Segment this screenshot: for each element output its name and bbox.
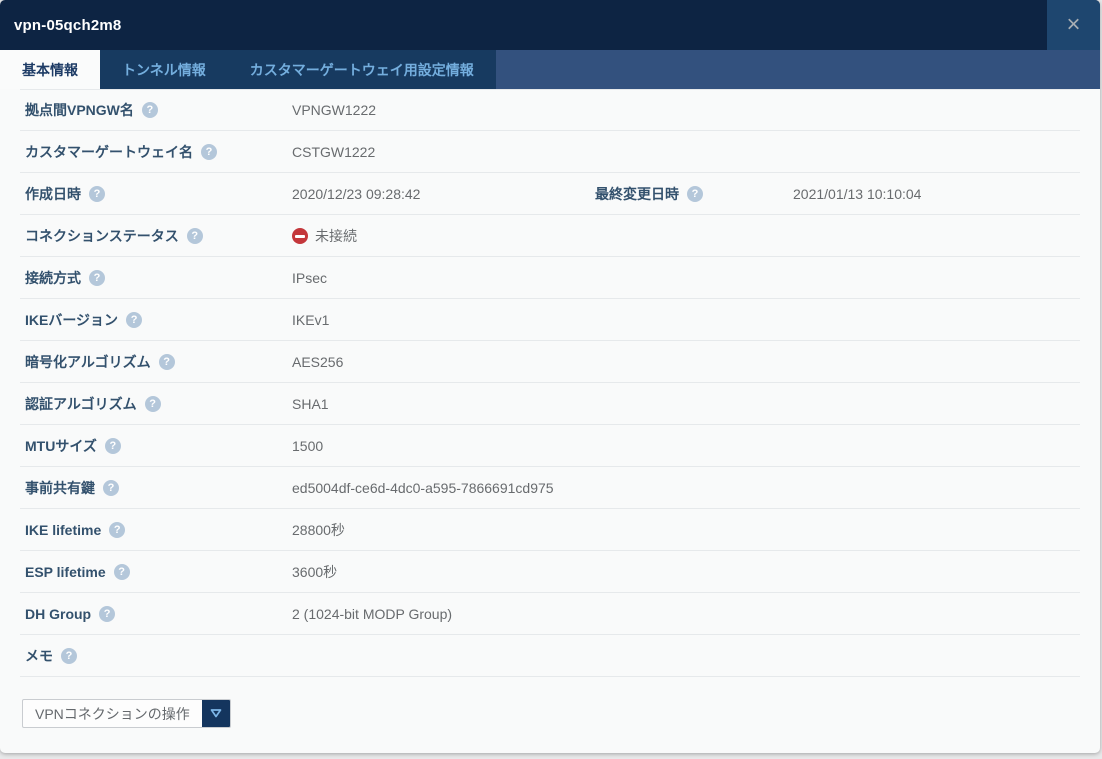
tab-bar: 基本情報 トンネル情報 カスタマーゲートウェイ用設定情報 xyxy=(0,50,1100,89)
label-text: 事前共有鍵 xyxy=(25,478,95,498)
table-row-mtu-size: MTUサイズ ? 1500 xyxy=(20,425,1080,467)
label-text: IKE lifetime xyxy=(25,522,101,538)
help-icon[interactable]: ? xyxy=(187,228,203,244)
field-label-last-modified: 最終変更日時 ? xyxy=(595,184,703,204)
label-text: MTUサイズ xyxy=(25,436,97,456)
label-text: 認証アルゴリズム xyxy=(25,394,137,414)
field-value: CSTGW1222 xyxy=(292,144,375,160)
field-value: ed5004df-ce6d-4dc0-a595-7866691cd975 xyxy=(292,480,554,496)
label-text: IKEバージョン xyxy=(25,310,118,330)
help-icon[interactable]: ? xyxy=(109,522,125,538)
help-icon[interactable]: ? xyxy=(89,270,105,286)
field-label: 認証アルゴリズム ? xyxy=(20,394,161,414)
label-text: メモ xyxy=(25,646,53,666)
field-label: メモ ? xyxy=(20,646,77,666)
status-text: 未接続 xyxy=(315,226,357,246)
label-text: 最終変更日時 xyxy=(595,184,679,204)
field-label: 拠点間VPNGW名 ? xyxy=(20,100,158,120)
table-row-vpngw-name: 拠点間VPNGW名 ? VPNGW1222 xyxy=(20,89,1080,131)
field-value: 2020/12/23 09:28:42 xyxy=(292,186,420,202)
tab-customer-gateway-config[interactable]: カスタマーゲートウェイ用設定情報 xyxy=(228,50,496,89)
label-text: 接続方式 xyxy=(25,268,81,288)
table-row-esp-lifetime: ESP lifetime ? 3600秒 xyxy=(20,551,1080,593)
table-row-connection-method: 接続方式 ? IPsec xyxy=(20,257,1080,299)
field-label: 事前共有鍵 ? xyxy=(20,478,119,498)
label-text: カスタマーゲートウェイ名 xyxy=(25,142,193,162)
help-icon[interactable]: ? xyxy=(114,564,130,580)
label-text: DH Group xyxy=(25,606,91,622)
field-value: 28800秒 xyxy=(292,520,345,540)
label-text: 拠点間VPNGW名 xyxy=(25,100,134,120)
status-badge: 未接続 xyxy=(292,226,357,246)
field-label: IKEバージョン ? xyxy=(20,310,142,330)
close-button[interactable]: × xyxy=(1047,0,1100,50)
dialog-title: vpn-05qch2m8 xyxy=(0,17,121,34)
field-value: SHA1 xyxy=(292,396,329,412)
field-label: MTUサイズ ? xyxy=(20,436,121,456)
inactive-tab-group: トンネル情報 カスタマーゲートウェイ用設定情報 xyxy=(100,50,496,89)
vpn-connection-actions-button[interactable]: VPNコネクションの操作 xyxy=(22,699,231,728)
help-icon[interactable]: ? xyxy=(99,606,115,622)
vpn-connection-actions-label[interactable]: VPNコネクションの操作 xyxy=(23,700,202,727)
label-text: ESP lifetime xyxy=(25,564,106,580)
field-value-last-modified: 2021/01/13 10:10:04 xyxy=(793,186,921,202)
dialog-header: vpn-05qch2m8 × xyxy=(0,0,1100,50)
field-value: AES256 xyxy=(292,354,343,370)
field-value: VPNGW1222 xyxy=(292,102,376,118)
vpn-detail-dialog: vpn-05qch2m8 × 基本情報 トンネル情報 カスタマーゲートウェイ用設… xyxy=(0,0,1100,753)
label-text: 作成日時 xyxy=(25,184,81,204)
field-value: 3600秒 xyxy=(292,562,337,582)
field-label: IKE lifetime ? xyxy=(20,522,125,538)
table-row-auth-algorithm: 認証アルゴリズム ? SHA1 xyxy=(20,383,1080,425)
table-row-memo: メモ ? xyxy=(20,635,1080,677)
help-icon[interactable]: ? xyxy=(201,144,217,160)
table-row-ike-lifetime: IKE lifetime ? 28800秒 xyxy=(20,509,1080,551)
detail-table: 拠点間VPNGW名 ? VPNGW1222 カスタマーゲートウェイ名 ? CST… xyxy=(20,89,1080,677)
help-icon[interactable]: ? xyxy=(61,648,77,664)
field-label: 作成日時 ? xyxy=(20,184,105,204)
table-row-connection-status: コネクションステータス ? 未接続 xyxy=(20,215,1080,257)
field-label: DH Group ? xyxy=(20,606,115,622)
field-value: 1500 xyxy=(292,438,323,454)
tab-basic-info[interactable]: 基本情報 xyxy=(0,50,100,89)
table-row-pre-shared-key: 事前共有鍵 ? ed5004df-ce6d-4dc0-a595-7866691c… xyxy=(20,467,1080,509)
help-icon[interactable]: ? xyxy=(89,186,105,202)
field-label: コネクションステータス ? xyxy=(20,226,203,246)
help-icon[interactable]: ? xyxy=(687,186,703,202)
help-icon[interactable]: ? xyxy=(159,354,175,370)
close-icon: × xyxy=(1066,13,1080,37)
table-row-customer-gateway-name: カスタマーゲートウェイ名 ? CSTGW1222 xyxy=(20,131,1080,173)
field-value: 2 (1024-bit MODP Group) xyxy=(292,606,452,622)
help-icon[interactable]: ? xyxy=(126,312,142,328)
table-row-created-date: 作成日時 ? 2020/12/23 09:28:42 最終変更日時 ? 2021… xyxy=(20,173,1080,215)
help-icon[interactable]: ? xyxy=(142,102,158,118)
table-row-dh-group: DH Group ? 2 (1024-bit MODP Group) xyxy=(20,593,1080,635)
label-text: 暗号化アルゴリズム xyxy=(25,352,151,372)
disconnected-status-icon xyxy=(292,228,308,244)
field-value: IKEv1 xyxy=(292,312,329,328)
field-label: ESP lifetime ? xyxy=(20,564,130,580)
label-text: コネクションステータス xyxy=(25,226,179,246)
table-row-ike-version: IKEバージョン ? IKEv1 xyxy=(20,299,1080,341)
tab-tunnel-info[interactable]: トンネル情報 xyxy=(100,50,228,89)
chevron-down-icon[interactable] xyxy=(202,700,230,727)
dialog-footer: VPNコネクションの操作 xyxy=(22,699,1100,728)
help-icon[interactable]: ? xyxy=(105,438,121,454)
field-label: 暗号化アルゴリズム ? xyxy=(20,352,175,372)
help-icon[interactable]: ? xyxy=(145,396,161,412)
table-row-encryption-algorithm: 暗号化アルゴリズム ? AES256 xyxy=(20,341,1080,383)
field-label: 接続方式 ? xyxy=(20,268,105,288)
field-label: カスタマーゲートウェイ名 ? xyxy=(20,142,217,162)
help-icon[interactable]: ? xyxy=(103,480,119,496)
field-value: IPsec xyxy=(292,270,327,286)
